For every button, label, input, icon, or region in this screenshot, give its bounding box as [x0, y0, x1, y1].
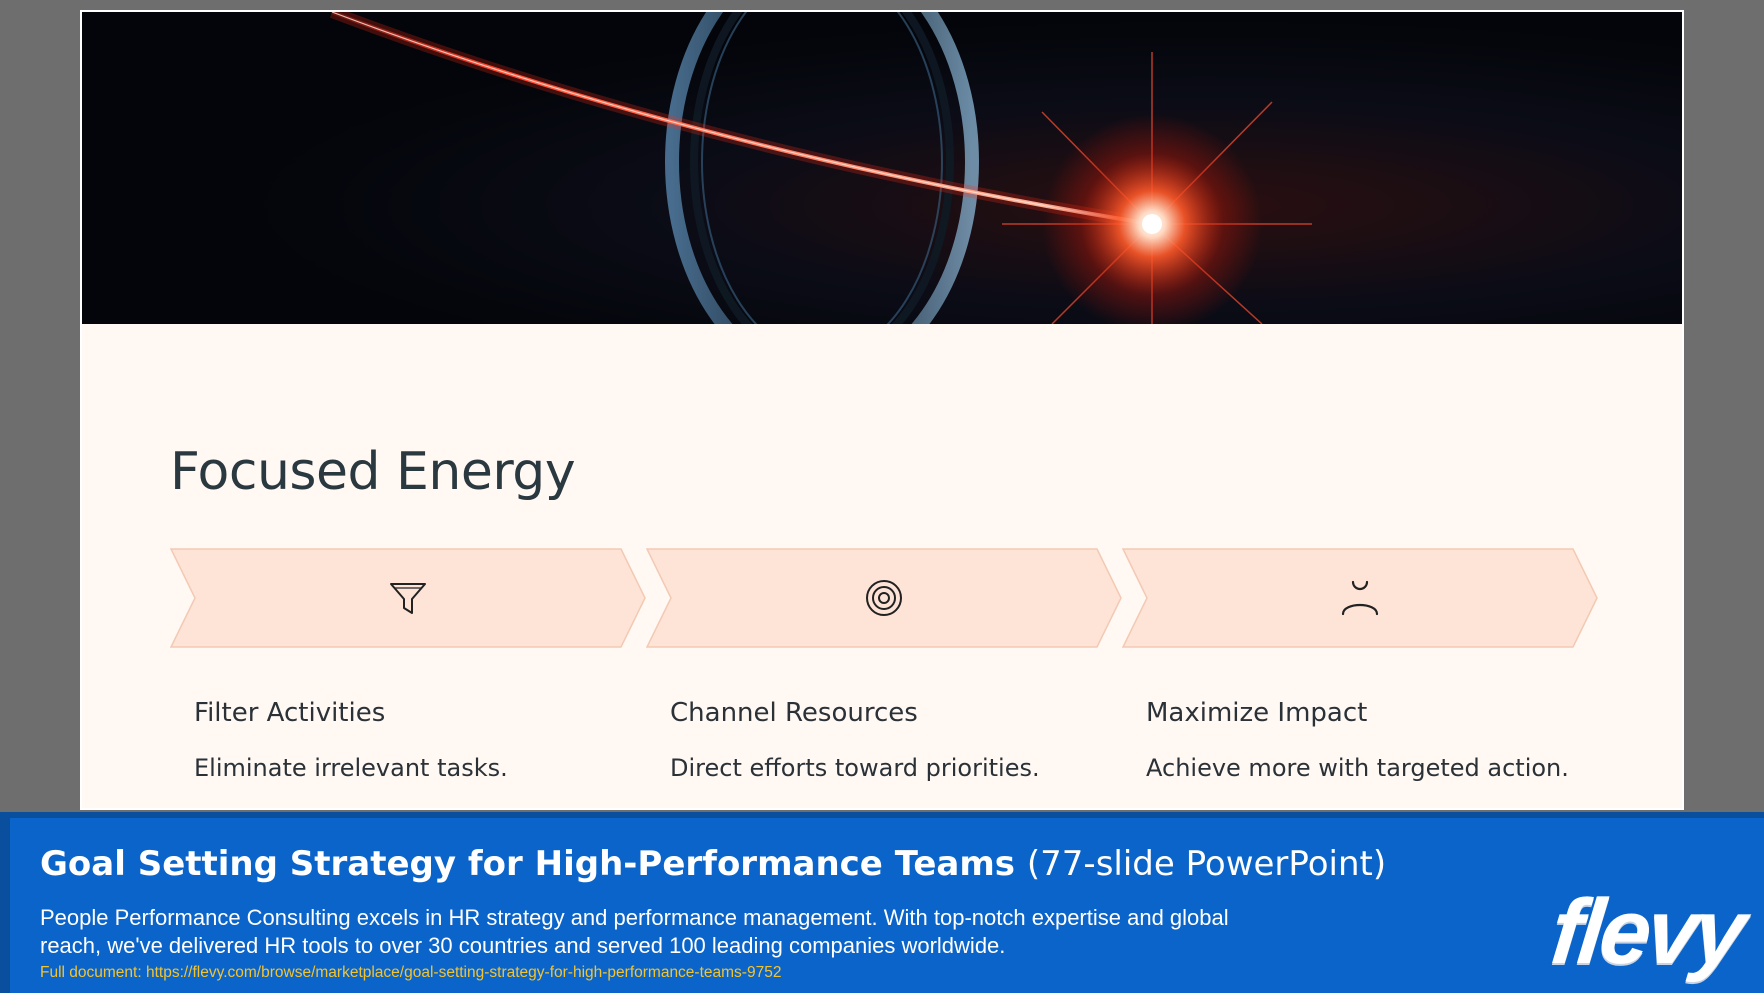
banner-accent: [0, 818, 10, 993]
step-description-channel: Direct efforts toward priorities.: [670, 754, 1040, 782]
step-title-filter: Filter Activities: [194, 698, 386, 728]
funnel-icon: [390, 583, 426, 614]
banner-title-main: Goal Setting Strategy for High-Performan…: [40, 844, 1016, 884]
hero-image: [82, 12, 1682, 324]
document-banner: Goal Setting Strategy for High-Performan…: [0, 812, 1764, 993]
laser-lens-illustration: [82, 12, 1682, 324]
chevron-step-2: [646, 548, 1122, 648]
slide: Focused Energy Filter Activities Elimina…: [80, 10, 1684, 810]
flevy-logo[interactable]: flevy: [1547, 881, 1747, 983]
target-icon: [866, 580, 902, 616]
banner-title: Goal Setting Strategy for High-Performan…: [40, 844, 1386, 884]
full-document-link[interactable]: Full document: https://flevy.com/browse/…: [40, 964, 781, 982]
step-description-filter: Eliminate irrelevant tasks.: [194, 754, 508, 782]
chevron-step-1: [170, 548, 646, 648]
chevron-step-3: [1122, 548, 1598, 648]
banner-title-suffix: (77-slide PowerPoint): [1026, 844, 1387, 884]
step-description-maximize: Achieve more with targeted action.: [1146, 754, 1569, 782]
person-icon: [1341, 580, 1379, 616]
step-title-maximize: Maximize Impact: [1146, 698, 1368, 728]
banner-description: People Performance Consulting excels in …: [40, 905, 1229, 958]
slide-title: Focused Energy: [170, 442, 576, 502]
step-title-channel: Channel Resources: [670, 698, 918, 728]
